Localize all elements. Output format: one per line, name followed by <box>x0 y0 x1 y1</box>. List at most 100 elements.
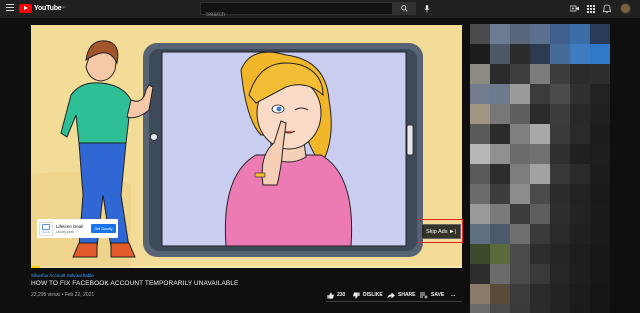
blurred-pixel <box>550 304 570 313</box>
blurred-thumbnail-row <box>470 304 616 313</box>
blurred-pixel <box>530 244 550 264</box>
blurred-pixel <box>470 164 490 184</box>
user-avatar[interactable] <box>620 3 631 14</box>
blurred-pixel <box>470 224 490 244</box>
blurred-pixel <box>490 244 510 264</box>
blurred-pixel <box>570 164 590 184</box>
blurred-thumbnail-row <box>470 184 616 204</box>
blurred-pixel <box>470 244 490 264</box>
blurred-pixel <box>530 44 550 64</box>
blurred-pixel <box>530 24 550 44</box>
blurred-pixel <box>570 64 590 84</box>
blurred-pixel <box>530 184 550 204</box>
blurred-pixel <box>550 144 570 164</box>
logo-text: YouTube <box>34 5 62 12</box>
blurred-pixel <box>510 224 530 244</box>
blurred-pixel <box>470 284 490 304</box>
ad-cta-button[interactable]: Get Cloudly <box>91 224 116 233</box>
blurred-pixel <box>470 204 490 224</box>
blurred-pixel <box>510 124 530 144</box>
blurred-pixel <box>590 104 610 124</box>
blurred-pixel <box>550 184 570 204</box>
blurred-pixel <box>590 144 610 164</box>
blurred-pixel <box>490 144 510 164</box>
like-count: 230 <box>337 292 346 298</box>
blurred-pixel <box>550 164 570 184</box>
create-video-icon[interactable] <box>569 3 580 14</box>
blurred-pixel <box>490 304 510 313</box>
blurred-thumbnail-row <box>470 244 616 264</box>
blurred-pixel <box>470 304 490 313</box>
blurred-pixel <box>570 44 590 64</box>
search-icon <box>401 5 408 12</box>
dislike-button[interactable]: DISLIKE <box>353 290 383 300</box>
voice-search-button[interactable] <box>420 2 433 15</box>
save-button[interactable]: SAVE <box>420 290 444 300</box>
blurred-pixel <box>550 24 570 44</box>
actions-divider <box>326 301 462 302</box>
blurred-pixel <box>590 184 610 204</box>
search-box[interactable] <box>200 2 393 21</box>
advertiser-logo-text: Cloudly <box>41 230 51 234</box>
blurred-thumbnail-row <box>470 104 616 124</box>
thumbs-up-icon <box>327 291 334 299</box>
blurred-pixel <box>470 64 490 84</box>
apps-grid-icon[interactable] <box>585 3 596 14</box>
like-button[interactable]: 230 <box>327 290 345 300</box>
blurred-pixel <box>490 184 510 204</box>
channel-hashtag-link[interactable]: Silverfox Account Solvouchable <box>31 273 94 278</box>
blurred-pixel <box>570 104 590 124</box>
blurred-pixel <box>490 284 510 304</box>
blurred-thumbnail-row <box>470 24 616 44</box>
blurred-pixel <box>490 164 510 184</box>
blurred-pixel <box>590 164 610 184</box>
blurred-pixel <box>510 284 530 304</box>
blurred-pixel <box>490 64 510 84</box>
blurred-pixel <box>490 84 510 104</box>
blurred-pixel <box>570 264 590 284</box>
notifications-bell-icon[interactable] <box>601 3 612 14</box>
blurred-pixel <box>470 24 490 44</box>
cloud-icon <box>42 223 50 230</box>
recommendations-sidebar-blurred[interactable] <box>470 24 616 313</box>
blurred-pixel <box>510 184 530 204</box>
blurred-pixel <box>550 204 570 224</box>
blurred-pixel <box>490 44 510 64</box>
video-meta: 22,295 views • Feb 22, 2021 <box>31 292 95 298</box>
blurred-pixel <box>550 264 570 284</box>
search-input[interactable] <box>201 9 392 21</box>
blurred-thumbnail-row <box>470 224 616 244</box>
blurred-pixel <box>470 264 490 284</box>
blurred-pixel <box>470 44 490 64</box>
youtube-logo[interactable]: YouTube IN <box>19 3 66 14</box>
more-actions-button[interactable]: ... <box>451 290 455 300</box>
blurred-pixel <box>530 284 550 304</box>
blurred-pixel <box>590 204 610 224</box>
skip-ad-button[interactable]: Skip Ads ►| <box>421 224 461 239</box>
search-button[interactable] <box>393 2 416 15</box>
blurred-pixel <box>490 204 510 224</box>
blurred-pixel <box>590 44 610 64</box>
blurred-pixel <box>490 224 510 244</box>
ad-title: Lifetime Deal! <box>56 223 84 229</box>
blurred-pixel <box>530 64 550 84</box>
blurred-pixel <box>590 84 610 104</box>
blurred-thumbnail-row <box>470 204 616 224</box>
blurred-pixel <box>570 24 590 44</box>
blurred-thumbnail-row <box>470 284 616 304</box>
ad-progress-bar[interactable] <box>31 266 462 268</box>
share-button[interactable]: SHARE <box>387 290 416 300</box>
blurred-pixel <box>570 84 590 104</box>
blurred-pixel <box>510 304 530 313</box>
blurred-pixel <box>530 124 550 144</box>
blurred-pixel <box>590 304 610 313</box>
hamburger-menu-icon[interactable] <box>6 4 14 13</box>
blurred-thumbnail-row <box>470 84 616 104</box>
blurred-pixel <box>490 24 510 44</box>
blurred-thumbnail-row <box>470 144 616 164</box>
blurred-pixel <box>490 124 510 144</box>
ad-card[interactable]: Cloudly Lifetime Deal! cloudy.park Get C… <box>37 219 118 238</box>
top-bar: YouTube IN <box>0 0 640 21</box>
blurred-pixel <box>470 124 490 144</box>
blurred-pixel <box>510 144 530 164</box>
